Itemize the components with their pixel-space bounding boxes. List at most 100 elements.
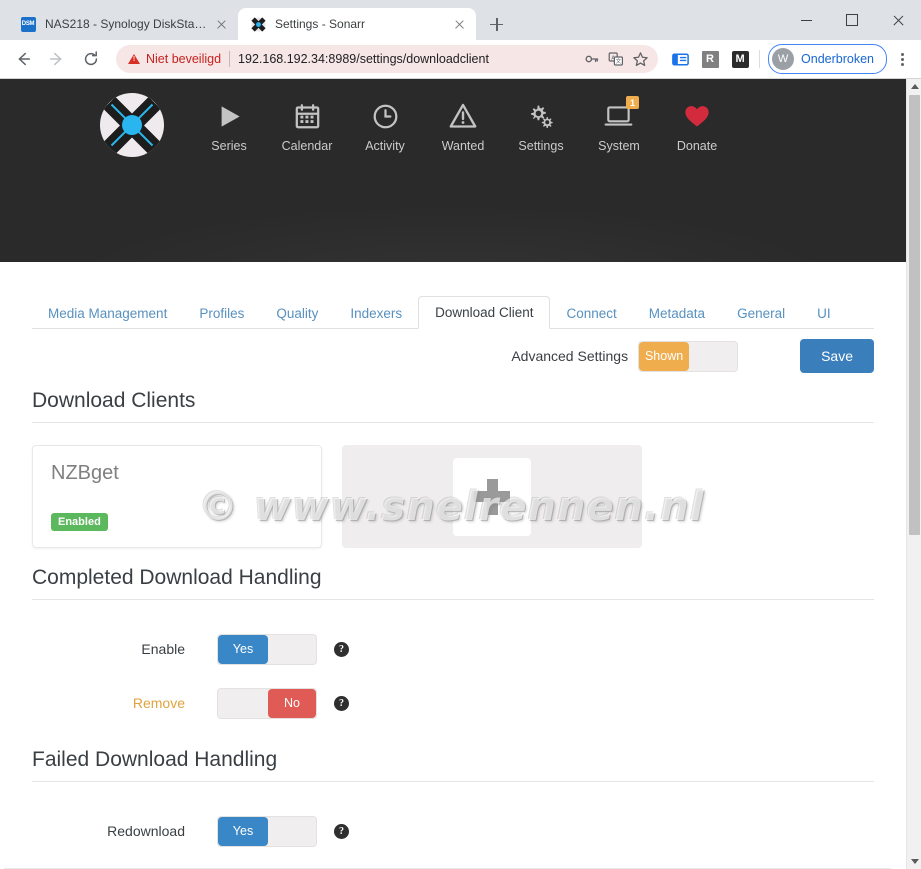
new-tab-button[interactable] (482, 10, 510, 38)
settings-tabs: Media Management Profiles Quality Indexe… (32, 286, 874, 329)
chrome-menu-icon[interactable] (891, 45, 913, 73)
toolbar-divider (759, 50, 761, 68)
viewport-left-edge-white (0, 262, 4, 869)
field-label: Enable (141, 641, 185, 657)
key-icon[interactable] (580, 47, 604, 71)
toggle-value: Yes (218, 634, 268, 664)
sonarr-page: Series Calendar Activity Wanted Settings… (0, 79, 906, 869)
warning-triangle-icon (443, 99, 483, 133)
reload-icon[interactable] (76, 44, 106, 74)
field-row-failed-redownload: Redownload Yes ? (32, 804, 874, 858)
address-bar[interactable]: Niet beveiligd 192.168.192.34:8989/setti… (116, 45, 659, 73)
extension-r-icon[interactable]: R (696, 45, 724, 73)
download-clients-list: NZBget Enabled (32, 445, 874, 548)
translate-icon[interactable]: A 文 (604, 47, 628, 71)
window-controls (783, 0, 921, 40)
download-clients-heading: Download Clients (32, 389, 874, 423)
save-button[interactable]: Save (800, 339, 874, 373)
window-maximize-button[interactable] (829, 4, 875, 36)
sonarr-logo[interactable] (100, 93, 164, 157)
help-icon[interactable]: ? (334, 823, 349, 839)
browser-tab-1[interactable]: Settings - Sonarr (238, 8, 476, 40)
nav-item-activity[interactable]: Activity (346, 93, 424, 153)
scroll-down-icon[interactable] (907, 854, 921, 869)
star-icon[interactable] (628, 47, 652, 71)
help-icon[interactable]: ? (334, 641, 349, 657)
plus-icon (474, 478, 510, 515)
toggle-value: Yes (218, 816, 268, 846)
header-shade (0, 192, 906, 262)
system-badge: 1 (626, 96, 639, 109)
page-viewport: Series Calendar Activity Wanted Settings… (0, 79, 921, 869)
tab-ui[interactable]: UI (801, 298, 847, 330)
toggle-value: No (268, 688, 316, 718)
tab-media-management[interactable]: Media Management (32, 298, 183, 330)
clock-icon (365, 99, 405, 133)
nav-item-donate[interactable]: Donate (658, 93, 736, 153)
tab-profiles[interactable]: Profiles (183, 298, 260, 330)
help-icon[interactable]: ? (334, 695, 349, 711)
advanced-settings-row: Advanced Settings Shown Save (32, 329, 874, 383)
browser-window: DSM NAS218 - Synology DiskStation Settin… (0, 0, 921, 869)
tab-close-icon[interactable] (213, 16, 230, 33)
window-minimize-button[interactable] (783, 4, 829, 36)
back-icon[interactable] (8, 44, 38, 74)
nav-item-settings[interactable]: Settings (502, 93, 580, 153)
tab-download-client[interactable]: Download Client (418, 295, 551, 329)
tab-metadata[interactable]: Metadata (633, 298, 721, 330)
advanced-settings-toggle[interactable]: Shown (638, 340, 739, 372)
app-nav: Series Calendar Activity Wanted Settings… (0, 79, 906, 157)
not-secure-warning-icon (128, 54, 140, 64)
window-close-button[interactable] (875, 4, 921, 36)
nav-item-wanted[interactable]: Wanted (424, 93, 502, 153)
completed-remove-toggle[interactable]: No (217, 687, 317, 719)
add-download-client-button[interactable] (342, 445, 642, 548)
settings-body: Media Management Profiles Quality Indexe… (0, 286, 906, 869)
field-label: Redownload (107, 823, 185, 839)
browser-tab-0[interactable]: DSM NAS218 - Synology DiskStation (8, 8, 238, 40)
browser-tab-title: Settings - Sonarr (275, 17, 366, 31)
browser-toolbar: Niet beveiligd 192.168.192.34:8989/setti… (0, 40, 921, 79)
failed-download-handling-heading: Failed Download Handling (32, 748, 874, 782)
play-icon (209, 99, 249, 133)
tab-quality[interactable]: Quality (260, 298, 334, 330)
status-badge: Enabled (51, 513, 108, 531)
tab-connect[interactable]: Connect (550, 298, 632, 330)
url-text: 192.168.192.34:8989/settings/downloadcli… (238, 52, 489, 66)
scrollbar-thumb[interactable] (909, 95, 920, 535)
sonarr-favicon (250, 16, 266, 32)
omnibox-divider (229, 51, 231, 67)
download-client-card-nzbget[interactable]: NZBget Enabled (32, 445, 322, 548)
advanced-settings-toggle-value: Shown (639, 341, 690, 371)
tab-general[interactable]: General (721, 298, 801, 330)
add-inner-tile (453, 457, 531, 536)
browser-tab-title: NAS218 - Synology DiskStation (45, 17, 207, 31)
extension-m-icon[interactable]: M (726, 45, 754, 73)
browser-tabstrip: DSM NAS218 - Synology DiskStation Settin… (0, 0, 921, 40)
forward-icon[interactable] (42, 44, 72, 74)
field-label: Remove (132, 695, 185, 711)
completed-download-handling-rows: Enable Yes ? Remove No ? (32, 622, 874, 730)
failed-download-handling-rows: Redownload Yes ? Remove Yes ? (32, 804, 874, 869)
app-header: Series Calendar Activity Wanted Settings… (0, 79, 906, 262)
nav-item-calendar[interactable]: Calendar (268, 93, 346, 153)
nav-item-series[interactable]: Series (190, 93, 268, 153)
field-row-completed-remove: Remove No ? (32, 676, 874, 730)
nav-item-system[interactable]: 1 System (580, 93, 658, 153)
tab-close-icon[interactable] (451, 16, 468, 33)
security-status-label: Niet beveiligd (146, 52, 222, 66)
scroll-up-icon[interactable] (907, 79, 921, 94)
vertical-scrollbar[interactable] (906, 79, 921, 869)
tab-indexers[interactable]: Indexers (334, 298, 418, 330)
failed-redownload-toggle[interactable]: Yes (217, 815, 317, 847)
completed-enable-toggle[interactable]: Yes (217, 633, 317, 665)
profile-label: Onderbroken (801, 52, 874, 66)
viewport-left-edge (0, 79, 4, 869)
download-client-name: NZBget (51, 462, 119, 484)
reading-list-icon[interactable] (666, 45, 694, 73)
dsm-favicon: DSM (20, 16, 36, 32)
heart-icon (677, 99, 717, 133)
profile-chip[interactable]: W Onderbroken (768, 44, 887, 74)
